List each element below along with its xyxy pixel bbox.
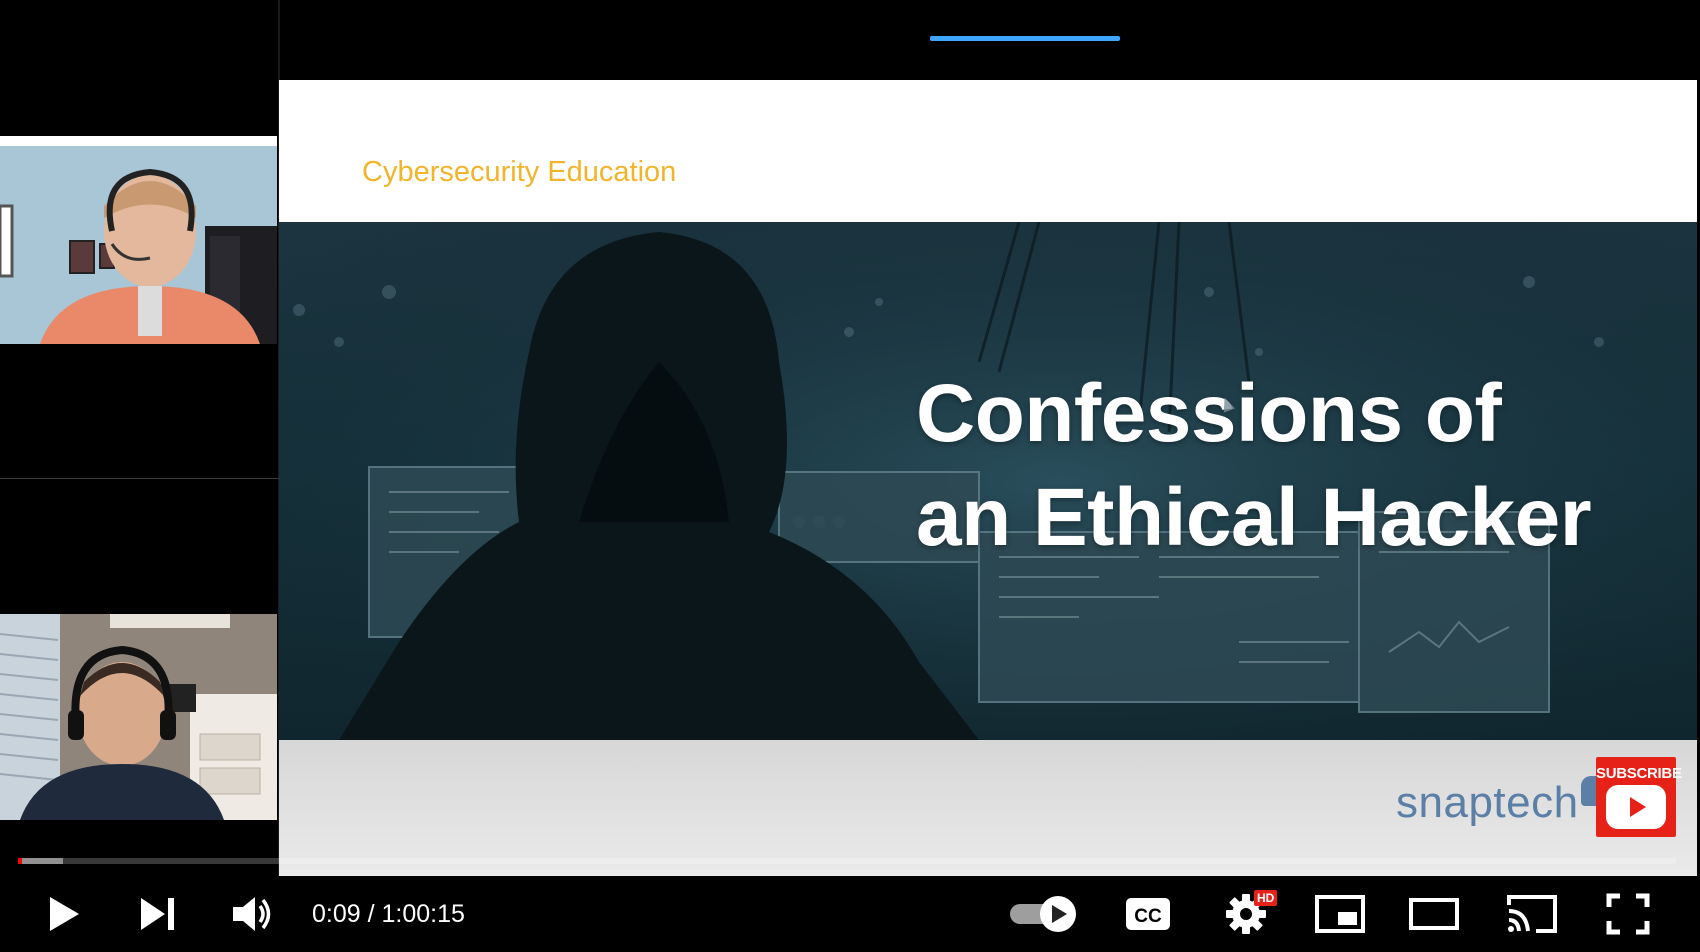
presentation-slide: Cybersecurity Education Confessions of a… bbox=[279, 80, 1697, 876]
fullscreen-button[interactable] bbox=[1600, 876, 1656, 952]
progress-played bbox=[18, 858, 23, 864]
time-display: 0:09 / 1:00:15 bbox=[312, 900, 465, 928]
next-icon bbox=[141, 898, 174, 930]
subscribe-label: SUBSCRIBE bbox=[1596, 765, 1682, 782]
captions-button[interactable]: CC bbox=[1122, 876, 1174, 952]
settings-button[interactable]: HD bbox=[1220, 876, 1278, 952]
play-icon bbox=[50, 897, 79, 931]
camera-divider bbox=[0, 478, 279, 479]
snaptech-logo: snaptech bbox=[1396, 778, 1579, 827]
theater-mode-button[interactable] bbox=[1406, 876, 1462, 952]
progress-buffered bbox=[18, 858, 63, 864]
slide-title: Confessions of an Ethical Hacker bbox=[916, 368, 1592, 563]
volume-button[interactable] bbox=[224, 876, 280, 952]
next-button[interactable] bbox=[130, 876, 186, 952]
autoplay-toggle[interactable] bbox=[1006, 876, 1080, 952]
cast-icon bbox=[1507, 895, 1557, 933]
subscribe-badge[interactable]: SUBSCRIBE bbox=[1596, 757, 1682, 837]
hd-badge: HD bbox=[1254, 890, 1278, 906]
cc-icon: CC bbox=[1126, 898, 1170, 930]
control-bar: 0:09 / 1:00:15 CC HD bbox=[0, 876, 1700, 952]
participant-video-top-image bbox=[0, 136, 277, 344]
participant-video-bottom bbox=[0, 614, 277, 820]
participant-video-top bbox=[0, 136, 277, 344]
slide-kicker: Cybersecurity Education bbox=[362, 156, 677, 188]
progress-bar[interactable] bbox=[18, 858, 1676, 864]
youtube-play-icon bbox=[1606, 785, 1666, 829]
svg-text:CC: CC bbox=[1134, 906, 1162, 927]
participant-video-bottom-image bbox=[0, 614, 277, 820]
autoplay-toggle-icon bbox=[1010, 896, 1076, 932]
fullscreen-icon bbox=[1606, 893, 1650, 935]
slide-footer: snaptech bbox=[279, 740, 1697, 876]
chapter-marker bbox=[930, 36, 1120, 41]
miniplayer-button[interactable] bbox=[1312, 876, 1368, 952]
slide-header: Cybersecurity Education bbox=[279, 80, 1697, 221]
cast-button[interactable] bbox=[1504, 876, 1560, 952]
volume-icon bbox=[233, 897, 271, 931]
play-button[interactable] bbox=[36, 876, 92, 952]
video-player[interactable]: Cybersecurity Education Confessions of a… bbox=[0, 0, 1700, 952]
theater-mode-icon bbox=[1409, 898, 1459, 930]
slide-hero-image: Confessions of an Ethical Hacker bbox=[279, 222, 1697, 740]
miniplayer-icon bbox=[1315, 895, 1365, 933]
